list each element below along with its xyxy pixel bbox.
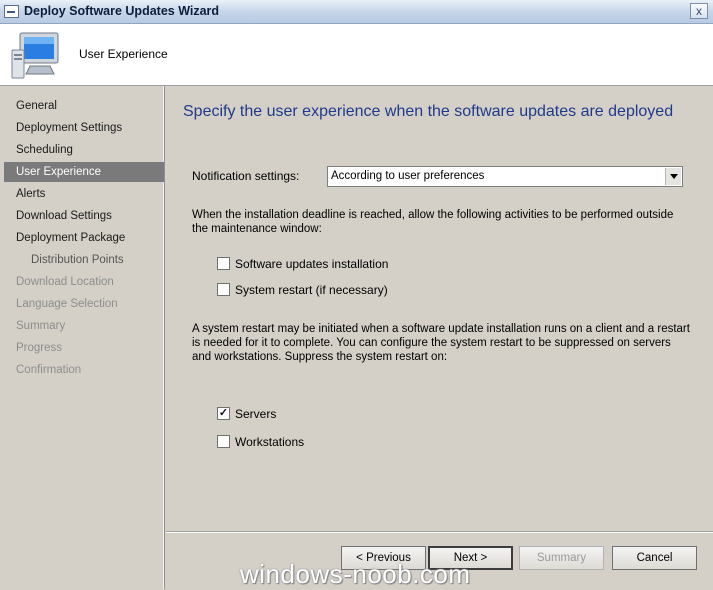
- nav-item-deployment-settings[interactable]: Deployment Settings: [16, 118, 122, 138]
- nav-item-progress: Progress: [16, 342, 63, 354]
- summary-button: Summary: [519, 546, 604, 570]
- nav-item-user-experience[interactable]: User Experience: [4, 162, 164, 182]
- notification-settings-value: According to user preferences: [331, 170, 485, 182]
- software-updates-installation-label[interactable]: Software updates installation: [235, 257, 388, 271]
- software-updates-installation-checkbox[interactable]: [217, 257, 230, 270]
- nav-item-scheduling[interactable]: Scheduling: [16, 140, 73, 160]
- servers-label[interactable]: Servers: [235, 407, 276, 421]
- close-button[interactable]: x: [690, 3, 708, 19]
- notification-settings-dropdown[interactable]: According to user preferences: [327, 166, 683, 187]
- page-title: User Experience: [79, 47, 168, 61]
- window-title: Deploy Software Updates Wizard: [24, 4, 220, 18]
- system-restart-checkbox[interactable]: [217, 283, 230, 296]
- system-restart-label[interactable]: System restart (if necessary): [235, 283, 388, 297]
- wizard-content: Specify the user experience when the sof…: [166, 86, 713, 532]
- nav-item-summary: Summary: [16, 320, 66, 332]
- nav-item-language-selection: Language Selection: [16, 298, 118, 310]
- nav-item-download-location: Download Location: [16, 276, 114, 288]
- nav-item-distribution-points[interactable]: Distribution Points: [31, 250, 124, 270]
- computer-monitor-icon: [11, 32, 59, 79]
- wizard-header: User Experience: [0, 24, 713, 86]
- chevron-down-icon[interactable]: [665, 168, 681, 185]
- page-heading: Specify the user experience when the sof…: [183, 103, 674, 120]
- nav-item-deployment-package[interactable]: Deployment Package: [16, 228, 125, 248]
- footer-divider: [166, 531, 713, 533]
- workstations-checkbox[interactable]: [217, 435, 230, 448]
- wizard-app-icon: [4, 5, 19, 18]
- workstations-label[interactable]: Workstations: [235, 435, 304, 449]
- deadline-description: When the installation deadline is reache…: [192, 209, 674, 235]
- nav-item-download-settings[interactable]: Download Settings: [16, 206, 112, 226]
- restart-description: A system restart may be initiated when a…: [192, 323, 690, 363]
- nav-item-alerts[interactable]: Alerts: [16, 184, 45, 204]
- watermark: windows-noob.com: [240, 559, 471, 589]
- wizard-nav: General Deployment Settings Scheduling U…: [0, 86, 165, 589]
- title-bar: Deploy Software Updates Wizard x: [0, 0, 713, 24]
- cancel-button[interactable]: Cancel: [612, 546, 697, 570]
- servers-checkbox[interactable]: ✓: [217, 407, 230, 420]
- notification-settings-label: Notification settings:: [192, 169, 300, 183]
- nav-item-confirmation: Confirmation: [16, 364, 82, 376]
- nav-item-general[interactable]: General: [16, 96, 57, 116]
